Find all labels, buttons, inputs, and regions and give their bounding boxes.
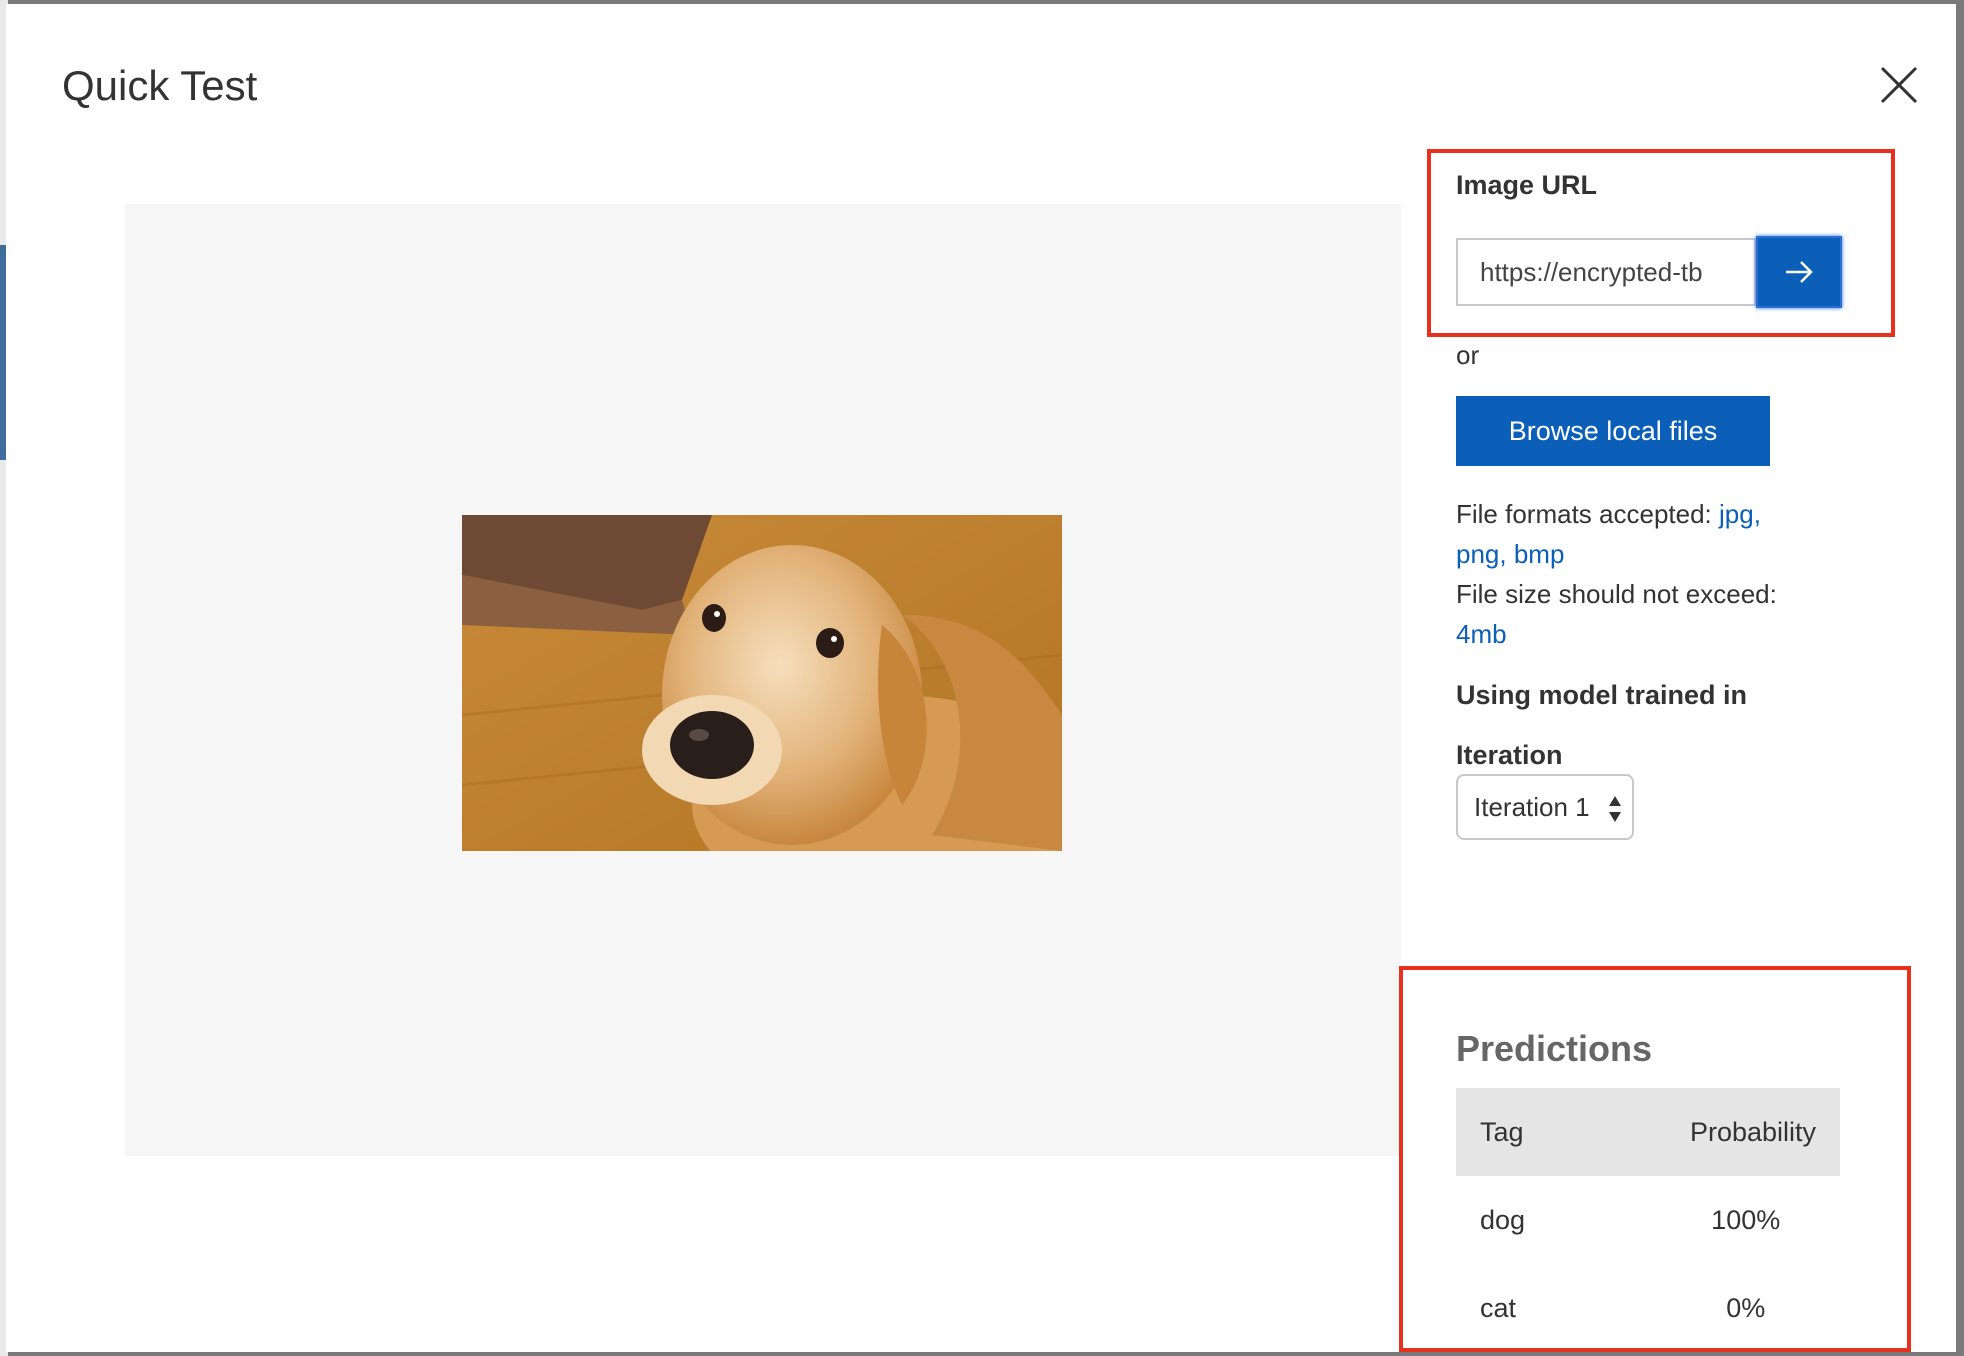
prediction-tag: cat: [1480, 1292, 1517, 1323]
image-url-label: Image URL: [1456, 170, 1598, 200]
iteration-label: Iteration: [1456, 740, 1563, 770]
column-header-tag: Tag: [1456, 1088, 1586, 1176]
submit-url-button[interactable]: [1756, 236, 1842, 308]
quick-test-dialog: Quick Test Image URL https://encrypted-t…: [6, 4, 1956, 1352]
preview-image: [462, 515, 1062, 851]
model-heading: Using model trained in: [1456, 680, 1748, 710]
predictions-table: Tag Probability dog 100% cat 0%: [1456, 1088, 1840, 1352]
select-arrows-icon: [1609, 796, 1621, 822]
iteration-select[interactable]: Iteration 1: [1456, 774, 1634, 840]
formats-label: File formats accepted:: [1456, 499, 1719, 529]
test-controls-panel: Image URL or Browse local files File for…: [1456, 4, 1956, 1352]
predictions-title: Predictions: [1456, 1028, 1653, 1069]
prediction-probability: 100%: [1711, 1204, 1781, 1235]
image-url-input[interactable]: [1456, 238, 1756, 306]
file-requirements: File formats accepted: jpg, png, bmp Fil…: [1456, 494, 1816, 654]
table-header-row: Tag Probability: [1456, 1088, 1840, 1176]
table-row: dog 100%: [1456, 1176, 1840, 1264]
size-link[interactable]: 4mb: [1456, 619, 1507, 649]
arrow-right-icon: [1786, 261, 1813, 283]
column-header-probability: Probability: [1585, 1088, 1840, 1176]
iteration-selected-value: Iteration 1: [1474, 791, 1590, 822]
prediction-probability: 0%: [1726, 1292, 1766, 1323]
browse-local-files-button[interactable]: Browse local files: [1456, 396, 1770, 466]
dialog-title: Quick Test: [62, 62, 258, 109]
prediction-tag: dog: [1480, 1204, 1526, 1235]
size-label: File size should not exceed:: [1456, 579, 1777, 609]
or-separator: or: [1456, 340, 1480, 370]
table-row: cat 0%: [1456, 1264, 1840, 1352]
image-preview-area: [125, 204, 1401, 1156]
